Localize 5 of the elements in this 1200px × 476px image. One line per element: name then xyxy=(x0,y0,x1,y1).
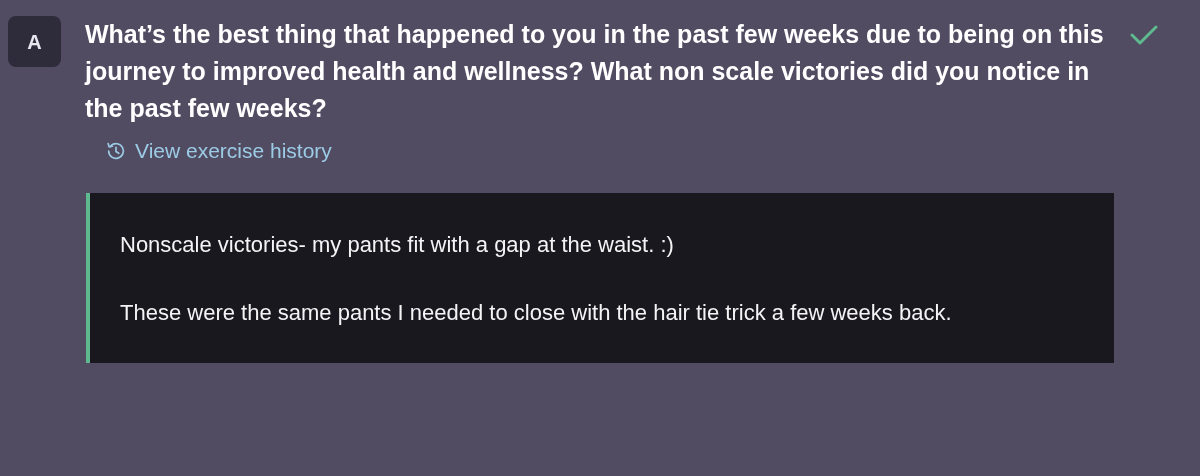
answer-paragraph: Nonscale victories- my pants fit with a gap at the waist. :) xyxy=(120,230,675,259)
answer-paragraph: These were the same pants I needed to close with the hair tie trick a few weeks back. xyxy=(120,298,953,327)
question-text: What’s the best thing that happened to you in the past few weeks due to being on this journey to improved health and wellness? What non scale victories did you notice in the past few weeks? xyxy=(85,19,1105,124)
question-badge: A xyxy=(8,16,61,67)
view-history-link[interactable]: View exercise history xyxy=(105,135,332,167)
